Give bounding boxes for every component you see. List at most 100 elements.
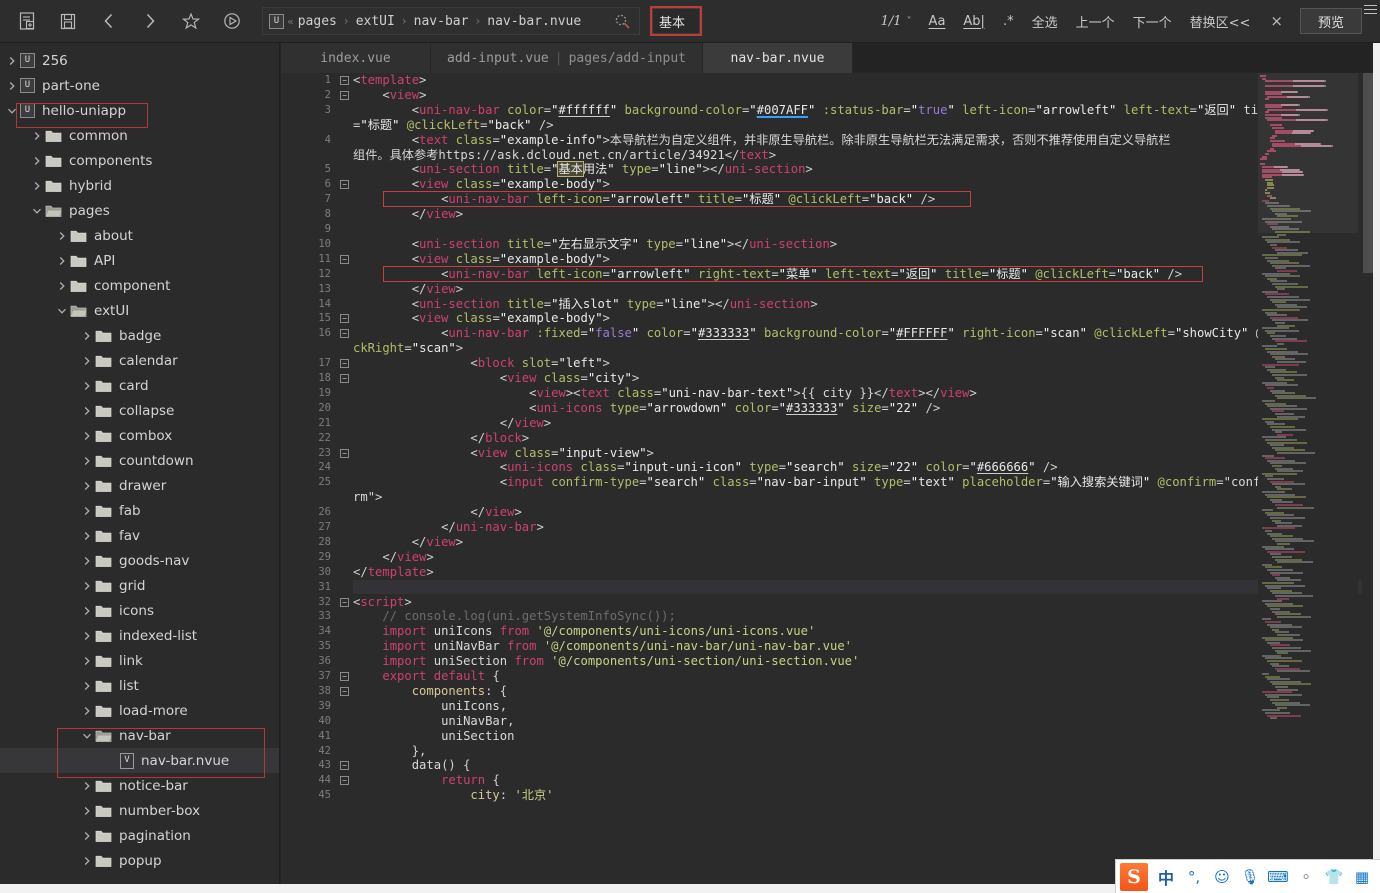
editor-tab[interactable]: nav-bar.nvue (702, 43, 853, 73)
forward-icon[interactable] (129, 3, 170, 39)
editor-tab[interactable]: index.vue (281, 43, 431, 73)
sidebar-item-collapse[interactable]: collapse (0, 398, 279, 423)
sidebar-item-about[interactable]: about (0, 223, 279, 248)
sidebar-item-components[interactable]: components (0, 148, 279, 173)
breadcrumb-segment-file[interactable]: nav-bar.nvue (487, 14, 581, 29)
chevron-down-icon[interactable] (54, 306, 70, 316)
code-content[interactable]: <template> <view> <uni-nav-bar color="#f… (353, 73, 1380, 893)
find-previous-button[interactable]: 上一个 (1067, 6, 1124, 36)
breadcrumb[interactable]: U « pages › extUI › nav-bar › nav-bar.nv… (262, 7, 640, 35)
code-line[interactable]: <uni-nav-bar left-icon="arrowleft" title… (353, 192, 1380, 207)
breadcrumb-collapse-icon[interactable]: « (287, 15, 294, 28)
code-line[interactable]: <uni-icons type="arrowdown" color="#3333… (353, 401, 1380, 416)
keyboard-icon[interactable]: ⌨ (1264, 862, 1292, 892)
sidebar-item-fab[interactable]: fab (0, 498, 279, 523)
code-line[interactable]: <view class="example-body"> (353, 311, 1380, 326)
chevron-right-icon[interactable] (54, 256, 70, 266)
sidebar-item-list[interactable]: list (0, 673, 279, 698)
code-line[interactable]: <template> (353, 73, 1380, 88)
code-line[interactable]: uniNavBar, (353, 714, 1380, 729)
fold-toggle-icon[interactable]: − (340, 254, 349, 264)
sidebar-item-part-one[interactable]: Upart-one (0, 73, 279, 98)
code-line[interactable]: </uni-nav-bar> (353, 520, 1380, 535)
code-line[interactable]: </view> (353, 282, 1380, 297)
chevron-right-icon[interactable] (79, 381, 95, 391)
code-line[interactable]: <uni-section title="插入slot" type="line">… (353, 297, 1380, 312)
sidebar-item-nav-bar-nvue[interactable]: Vnav-bar.nvue (0, 748, 279, 773)
code-line[interactable]: </view> (353, 505, 1380, 520)
sidebar-item-calendar[interactable]: calendar (0, 348, 279, 373)
minimap[interactable] (1258, 73, 1358, 893)
code-line[interactable]: return { (353, 773, 1380, 788)
chevron-right-icon[interactable] (79, 556, 95, 566)
code-line[interactable]: import uniSection from '@/components/uni… (353, 654, 1380, 669)
chevron-right-icon[interactable] (54, 281, 70, 291)
chevron-right-icon[interactable] (79, 431, 95, 441)
code-line[interactable]: // console.log(uni.getSystemInfoSync()); (353, 609, 1380, 624)
chevron-right-icon[interactable] (29, 156, 45, 166)
sidebar-item-hello-uniapp[interactable]: Uhello-uniapp (0, 98, 279, 123)
chevron-down-icon[interactable] (4, 106, 20, 116)
sidebar-item-icons[interactable]: icons (0, 598, 279, 623)
code-line[interactable]: </view> (353, 550, 1380, 565)
sidebar-item-popup[interactable]: popup (0, 848, 279, 873)
toolbox-icon[interactable]: ▦ (1348, 862, 1376, 892)
chevron-right-icon[interactable] (79, 331, 95, 341)
chevron-right-icon[interactable] (4, 56, 20, 66)
select-all-button[interactable]: 全选 (1023, 6, 1067, 36)
code-line[interactable]: <view class="example-body"> (353, 252, 1380, 267)
close-find-icon[interactable]: × (1259, 6, 1294, 36)
find-input-wrapper[interactable] (650, 6, 702, 36)
sidebar-item-api[interactable]: API (0, 248, 279, 273)
chevron-down-icon[interactable]: ˅ (905, 6, 920, 36)
fold-toggle-icon[interactable]: − (340, 686, 349, 696)
fold-toggle-icon[interactable]: − (340, 90, 349, 100)
fold-gutter[interactable]: − − − − − − − − − − − − − − (339, 73, 353, 893)
fold-toggle-icon[interactable]: − (340, 597, 349, 607)
code-line[interactable]: ="标题" @clickLeft="back" /> (353, 118, 1380, 133)
find-input[interactable] (657, 12, 695, 30)
sidebar-item-pages[interactable]: pages (0, 198, 279, 223)
chevron-right-icon[interactable] (29, 181, 45, 191)
find-next-button[interactable]: 下一个 (1124, 6, 1181, 36)
breadcrumb-segment-extui[interactable]: extUI (356, 14, 395, 29)
breadcrumb-segment-pages[interactable]: pages (298, 14, 337, 29)
scrollbar-thumb[interactable] (1363, 73, 1373, 273)
code-line[interactable] (353, 222, 1380, 237)
code-editor[interactable]: 1 2 3 4 5 6 7 8 9 10 11 12 13 14 15 16 17 18 19 20 21 22 23 24 2… (281, 73, 1380, 893)
sidebar-item-indexed-list[interactable]: indexed-list (0, 623, 279, 648)
code-line[interactable]: <view><text class="uni-nav-bar-text">{{ … (353, 386, 1380, 401)
code-line[interactable]: data() { (353, 758, 1380, 773)
chevron-right-icon[interactable] (79, 656, 95, 666)
code-line[interactable] (353, 579, 1380, 595)
chevron-down-icon[interactable] (79, 731, 95, 741)
sidebar-item-countdown[interactable]: countdown (0, 448, 279, 473)
save-icon[interactable] (47, 3, 88, 39)
chinese-mode-icon[interactable]: 中 (1152, 862, 1180, 892)
code-line[interactable]: <uni-nav-bar :fixed="false" color="#3333… (353, 326, 1380, 341)
microphone-icon[interactable]: 🎙 (1236, 862, 1264, 892)
chevron-right-icon[interactable] (79, 481, 95, 491)
sogou-logo-icon[interactable]: S (1120, 862, 1148, 891)
code-line[interactable]: <view> (353, 88, 1380, 103)
code-line[interactable]: <text class="example-info">本导航栏为自定义组件，并非… (353, 133, 1380, 148)
breadcrumb-segment-nav-bar[interactable]: nav-bar (414, 14, 469, 29)
sidebar-item-badge[interactable]: badge (0, 323, 279, 348)
fold-toggle-icon[interactable]: − (340, 359, 349, 369)
chevron-right-icon[interactable] (4, 81, 20, 91)
code-line[interactable]: <uni-nav-bar left-icon="arrowleft" right… (353, 267, 1380, 282)
code-line[interactable]: <input confirm-type="search" class="nav-… (353, 475, 1380, 490)
code-line[interactable]: <uni-section title="左右显示文字" type="line">… (353, 237, 1380, 252)
sogou-ime-toolbar[interactable]: S 中 °, ☺ 🎙 ⌨ ⚬ 👕 ▦ (1115, 859, 1380, 893)
chevron-right-icon[interactable] (79, 806, 95, 816)
chevron-right-icon[interactable] (29, 131, 45, 141)
code-line[interactable]: <view class="example-body"> (353, 177, 1380, 192)
sidebar-item-256[interactable]: U 256 (0, 48, 279, 73)
fold-toggle-icon[interactable]: − (340, 329, 349, 339)
user-icon[interactable]: ⚬ (1292, 862, 1320, 892)
fold-toggle-icon[interactable]: − (340, 374, 349, 383)
code-line[interactable]: </view> (353, 416, 1380, 431)
chevron-down-icon[interactable] (29, 206, 45, 216)
emoji-icon[interactable]: ☺ (1208, 862, 1236, 892)
code-line[interactable]: ckRight="scan"> (353, 341, 1380, 356)
